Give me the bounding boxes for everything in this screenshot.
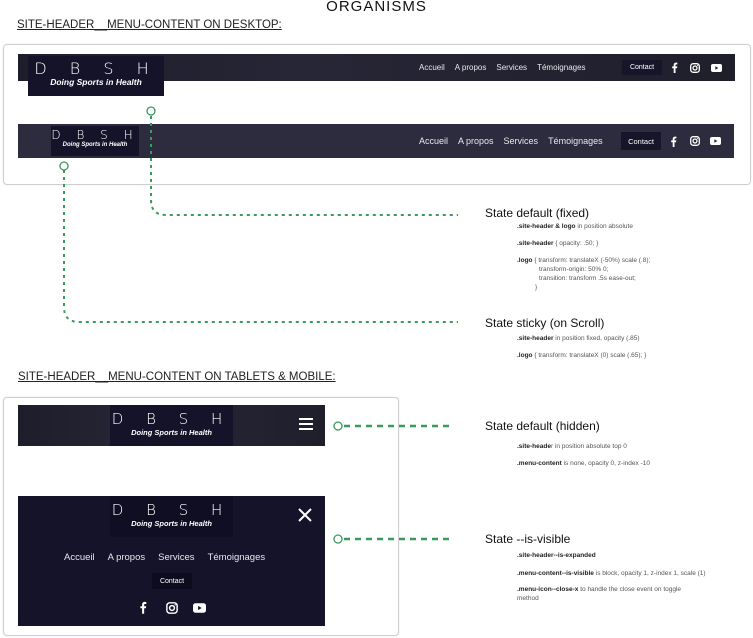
connector-sticky	[63, 170, 458, 323]
connector-default-fixed	[150, 116, 458, 216]
connector-dot	[333, 421, 343, 431]
connector-dot	[59, 161, 69, 171]
connector-dot	[333, 534, 343, 544]
connector-lines	[59, 106, 458, 544]
connector-dot	[146, 106, 156, 116]
